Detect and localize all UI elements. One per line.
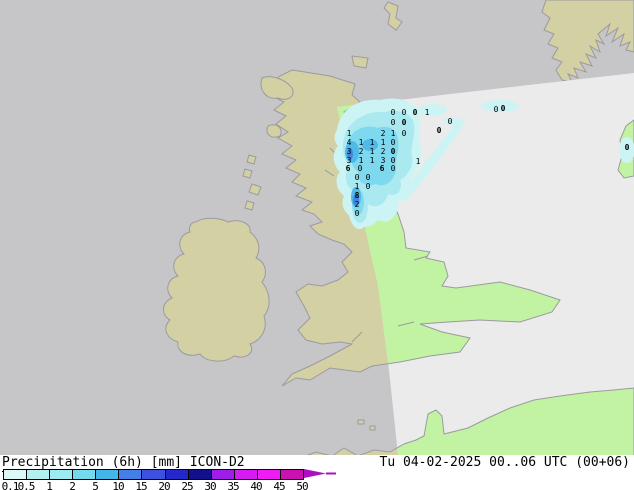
colorbar-cell xyxy=(4,470,27,479)
precip-value-marker: 2 xyxy=(355,200,360,209)
precipitation-colorbar xyxy=(3,469,304,480)
precip-value-marker: 0 xyxy=(402,118,407,127)
precip-value-marker: 0 xyxy=(391,138,396,147)
precip-value-marker: 0 xyxy=(402,108,407,117)
colorbar-overflow-arrow xyxy=(304,469,336,478)
colorbar-tick-label: 10 xyxy=(112,480,124,490)
colorbar-tick-label: 20 xyxy=(158,480,170,490)
precip-value-marker: 0 xyxy=(625,143,630,152)
precip-value-marker: 1 xyxy=(416,157,421,166)
precip-value-marker: 0 xyxy=(391,108,396,117)
colorbar-cell xyxy=(118,470,142,479)
colorbar-tick-label: 2 xyxy=(69,480,76,490)
colorbar-tick-label: 0.1 xyxy=(1,480,20,490)
precip-value-marker: 0 xyxy=(366,173,371,182)
precip-value-marker: 0 xyxy=(358,164,363,173)
colorbar-tick-label: 25 xyxy=(181,480,193,490)
precip-patch xyxy=(417,104,447,116)
map-canvas: 0001000000121041110321203113060600010820… xyxy=(0,0,634,490)
precip-value-marker: 1 xyxy=(391,129,396,138)
colorbar-cell xyxy=(72,470,96,479)
valid-time-label: Tu 04-02-2025 00..06 UTC (00+06) xyxy=(379,455,630,470)
colorbar-tick-label: 45 xyxy=(273,480,285,490)
precip-value-marker: 2 xyxy=(359,147,364,156)
precip-value-marker: 0 xyxy=(437,126,442,135)
colorbar-cell xyxy=(26,470,50,479)
precip-value-marker: 2 xyxy=(381,147,386,156)
colorbar-cell xyxy=(95,470,119,479)
precip-value-marker: 4 xyxy=(347,138,352,147)
precip-value-marker: 0 xyxy=(448,117,453,126)
precip-value-marker: 0 xyxy=(366,182,371,191)
precip-value-marker: 1 xyxy=(347,129,352,138)
precip-value-marker: 1 xyxy=(370,147,375,156)
precip-value-marker: 6 xyxy=(346,164,351,173)
precip-value-marker: 1 xyxy=(425,108,430,117)
colorbar-tick-label: 15 xyxy=(135,480,147,490)
colorbar-cell xyxy=(141,470,165,479)
precip-value-marker: 0 xyxy=(402,129,407,138)
colorbar-tick-label: 35 xyxy=(227,480,239,490)
precip-value-marker: 3 xyxy=(347,147,352,156)
colorbar-tick-label: 30 xyxy=(204,480,216,490)
weather-map-app: 0001000000121041110321203113060600010820… xyxy=(0,0,634,490)
precip-value-marker: 0 xyxy=(355,173,360,182)
precip-value-marker: 0 xyxy=(501,104,506,113)
precip-value-marker: 0 xyxy=(391,147,396,156)
colorbar-tick-label: 1 xyxy=(46,480,53,490)
precip-value-marker: 0 xyxy=(391,164,396,173)
colorbar-cell xyxy=(279,470,304,479)
precip-value-marker: 1 xyxy=(355,182,360,191)
colorbar-tick-label: 5 xyxy=(92,480,99,490)
precip-value-marker: 1 xyxy=(359,138,364,147)
colorbar-tick-label: 50 xyxy=(296,480,308,490)
colorbar-tick-label: 40 xyxy=(250,480,262,490)
colorbar-cell xyxy=(164,470,188,479)
colorbar-cell xyxy=(256,470,280,479)
precip-value-marker: 8 xyxy=(355,191,360,200)
precip-value-marker: 1 xyxy=(381,138,386,147)
colorbar-tick-labels: 0.1 0.5 1 2 5 10 15 20 25 30 35 40 45 50 xyxy=(0,480,634,490)
colorbar-tick-label: 0.5 xyxy=(17,480,36,490)
precip-value-marker: 0 xyxy=(494,105,499,114)
precipitation-map: 0 0 0 100 00 001 2 1 04 1 1 1 03 2 1 2 03 1 1 3 06 0 6 00 01 0820… xyxy=(0,0,634,490)
precip-value-marker: 1 xyxy=(370,156,375,165)
precip-value-marker: 2 xyxy=(381,129,386,138)
precip-value-marker: 6 xyxy=(380,164,385,173)
precip-value-marker: 0 xyxy=(413,108,418,117)
colorbar-cell xyxy=(210,470,234,479)
legend-bar: Precipitation (6h) [mm] ICON-D2 Tu 04-02… xyxy=(0,455,634,490)
precip-value-marker: 0 xyxy=(391,118,396,127)
colorbar-cell xyxy=(233,470,257,479)
precip-value-marker: 0 xyxy=(355,209,360,218)
colorbar-cell xyxy=(49,470,73,479)
colorbar-cell xyxy=(187,470,211,479)
precip-value-marker: 1 xyxy=(370,138,375,147)
